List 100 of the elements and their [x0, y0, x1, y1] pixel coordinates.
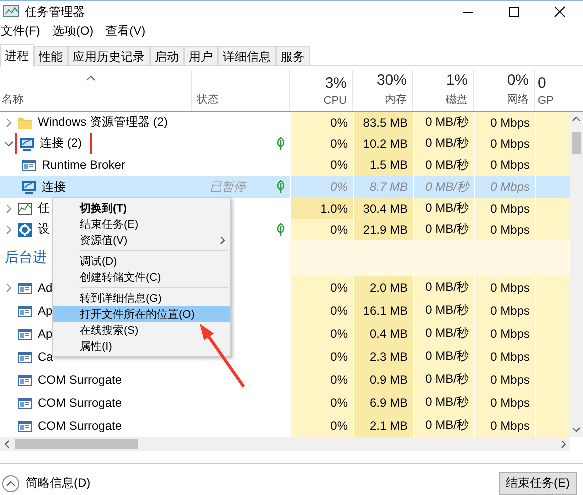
table-cell: 0%: [330, 180, 348, 194]
column-header[interactable]: 内存: [385, 92, 407, 107]
table-cell: 0 MB/秒: [426, 221, 469, 238]
process-name: COM Surrogate: [38, 396, 122, 410]
scroll-thumb[interactable]: [572, 132, 581, 154]
group-heading: 后台进: [5, 249, 47, 267]
table-cell: 0.9 MB: [370, 372, 408, 386]
tab[interactable]: 性能: [34, 46, 68, 65]
table-cell: 0%: [330, 350, 348, 364]
table-cell: 2.0 MB: [370, 280, 408, 294]
menu-item[interactable]: 结束任务(E): [53, 216, 230, 232]
column-percent: 30%: [376, 72, 407, 89]
table-cell: 0%: [330, 222, 348, 236]
sort-caret-icon: [86, 75, 96, 81]
table-cell: [290, 240, 353, 276]
table-cell: 0 Mbps: [490, 180, 530, 194]
table-cell: 21.9 MB: [363, 222, 408, 236]
table-cell: 30.4 MB: [363, 202, 408, 216]
menu-item[interactable]: 切换到(T): [53, 200, 230, 216]
collapse-chevron-icon[interactable]: [4, 140, 14, 148]
column-header[interactable]: 磁盘: [446, 92, 468, 107]
table-cell: 0%: [330, 418, 348, 432]
table-cell: 2.3 MB: [370, 350, 408, 364]
expand-chevron-icon[interactable]: [4, 118, 14, 128]
table-cell: 0 Mbps: [490, 136, 530, 150]
table-cell: 0 Mbps: [490, 396, 530, 410]
selected-row[interactable]: 连接 已暂停 0% 8.7 MB 0 MB/秒 0 Mbps: [0, 176, 570, 198]
table-cell: 1.5 MB: [370, 158, 408, 172]
tab[interactable]: 应用历史记录: [68, 46, 150, 65]
table-cell: 0.4 MB: [370, 326, 408, 340]
scroll-left-icon[interactable]: [4, 440, 10, 448]
process-name: Ap: [38, 304, 53, 318]
table-cell: 0 Mbps: [490, 116, 530, 130]
process-name: COM Surrogate: [38, 418, 122, 432]
column-header[interactable]: GP: [538, 95, 554, 107]
table-cell: 0 MB/秒: [426, 417, 469, 434]
monitor-icon: [21, 179, 37, 195]
table-cell: 2.1 MB: [370, 418, 408, 432]
process-name: 连接: [42, 178, 66, 196]
scroll-right-icon[interactable]: [560, 440, 566, 448]
column-header[interactable]: 名称: [2, 92, 191, 107]
table-cell: 0%: [330, 116, 348, 130]
menu-item[interactable]: 属性(I): [53, 338, 230, 354]
table-cell: [535, 176, 570, 198]
chart-window-icon: [17, 200, 33, 216]
gear-icon: [17, 222, 33, 238]
table-cell: 16.1 MB: [363, 304, 408, 318]
table-cell: 0 MB/秒: [426, 178, 469, 196]
tab[interactable]: 进程: [0, 44, 34, 67]
menu-item[interactable]: 打开文件所在的位置(O): [53, 306, 230, 322]
menu-item[interactable]: 转到详细信息(G): [53, 290, 230, 306]
column-percent: 0%: [507, 72, 529, 89]
end-task-button[interactable]: 结束任务(E): [499, 472, 577, 495]
tab[interactable]: 详细信息: [218, 46, 276, 65]
menu-item[interactable]: 查看(V): [106, 23, 146, 40]
column-percent: 0: [538, 75, 546, 92]
column-header[interactable]: 状态: [197, 92, 289, 107]
details-toggle[interactable]: 简略信息(D): [26, 475, 91, 492]
table-cell: 0 MB/秒: [426, 200, 469, 217]
menu-item[interactable]: 选项(O): [52, 23, 94, 40]
vertical-scrollbar[interactable]: [570, 112, 583, 437]
table-cell: 1.0%: [320, 202, 348, 216]
menu-item[interactable]: 资源值(V): [53, 232, 230, 248]
process-name: COM Surrogate: [38, 372, 122, 386]
table-cell: 0 MB/秒: [426, 302, 469, 319]
tab[interactable]: 用户: [184, 46, 218, 65]
table-cell: 0 Mbps: [490, 202, 530, 216]
scroll-up-icon[interactable]: [572, 116, 581, 122]
tab[interactable]: 启动: [150, 46, 184, 65]
table-cell: 0%: [330, 136, 348, 150]
status-text: 已暂停: [210, 178, 246, 196]
scroll-down-icon[interactable]: [572, 427, 581, 433]
horizontal-scrollbar[interactable]: [0, 437, 570, 451]
column-percent: 3%: [325, 75, 347, 92]
menu-item[interactable]: 在线搜索(S): [53, 322, 230, 338]
table-cell: 0%: [330, 326, 348, 340]
menu-item[interactable]: 创建转储文件(C): [53, 269, 230, 285]
table-cell: 0 Mbps: [490, 280, 530, 294]
process-name: Runtime Broker: [42, 158, 126, 172]
process-name: Ap: [38, 326, 53, 340]
process-name: Ad: [38, 280, 53, 294]
expand-chevron-icon[interactable]: [4, 224, 14, 234]
table-cell: 0 MB/秒: [426, 114, 469, 131]
menu-item[interactable]: 调试(D): [53, 253, 230, 269]
column-percent: 1%: [446, 72, 468, 89]
menu-item[interactable]: 文件(F): [1, 23, 40, 40]
table-cell: 0 Mbps: [490, 222, 530, 236]
table-cell: 6.9 MB: [370, 396, 408, 410]
process-name: 任: [38, 200, 50, 217]
expand-chevron-icon[interactable]: [4, 282, 14, 292]
app-icon: [3, 5, 21, 19]
process-name: Ca: [38, 350, 54, 364]
column-header[interactable]: 网络: [507, 92, 529, 107]
column-header[interactable]: CPU: [324, 95, 347, 107]
collapse-circle-icon[interactable]: [2, 474, 20, 492]
table-cell: 0 Mbps: [490, 418, 530, 432]
table-cell: 8.7 MB: [370, 180, 408, 194]
table-cell: 83.5 MB: [363, 116, 408, 130]
tab[interactable]: 服务: [276, 46, 310, 65]
expand-chevron-icon[interactable]: [4, 204, 14, 214]
